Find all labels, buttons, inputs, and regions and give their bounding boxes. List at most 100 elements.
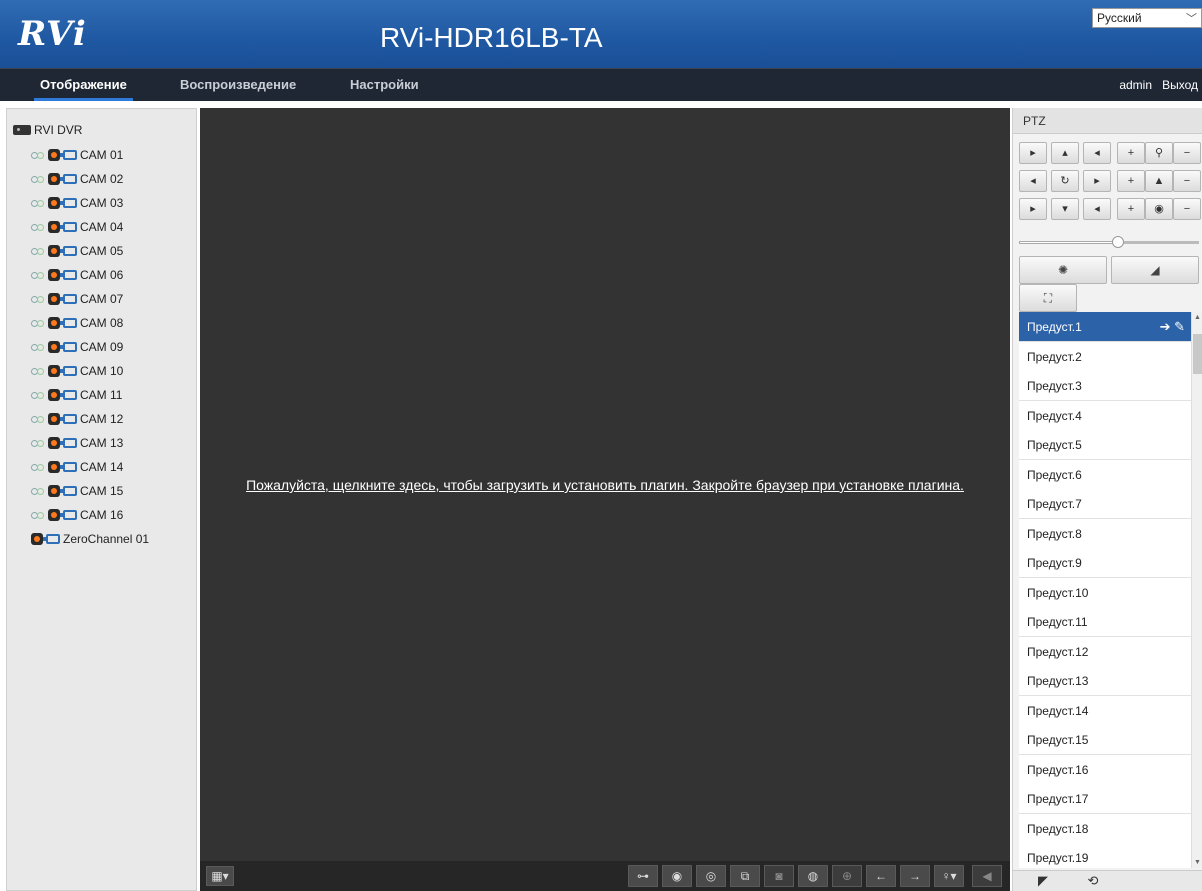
preset-item[interactable]: Предуст.17 (1019, 784, 1191, 814)
link-icon (31, 366, 45, 376)
microphone-icon[interactable]: ♀▾ (934, 865, 964, 887)
scroll-up-icon[interactable]: ▲ (1194, 314, 1201, 321)
edit-preset-icon[interactable]: ✎ (1174, 319, 1185, 334)
language-select[interactable]: Русский ﹀ (1092, 8, 1202, 28)
record-icon[interactable]: ◍ (798, 865, 828, 887)
video-viewport[interactable]: Пожалуйста, щелкните здесь, чтобы загруз… (200, 108, 1010, 891)
zoom-in-button[interactable]: + (1117, 142, 1145, 164)
aux-focus-icon: ⛶ (1043, 291, 1053, 305)
record-status-icon (48, 365, 60, 377)
window-layout-button[interactable]: ▦▾ (206, 866, 234, 886)
tree-root-dvr[interactable]: RVI DVR (13, 121, 82, 139)
preset-item[interactable]: Предуст.7 (1019, 489, 1191, 519)
camera-tree-item[interactable]: CAM 16 (31, 506, 123, 524)
preset-item[interactable]: Предуст.18 (1019, 813, 1191, 844)
iris-open-button[interactable]: + (1117, 198, 1145, 220)
camera-tree: RVI DVR CAM 01 CAM 02 CAM 03 CAM 04 CAM 05 CA… (6, 108, 197, 891)
camera-tree-item[interactable]: CAM 13 (31, 434, 123, 452)
camera-tree-item[interactable]: CAM 04 (31, 218, 123, 236)
ptz-down-button[interactable]: ▾ (1051, 198, 1079, 220)
camera-tree-item[interactable]: CAM 07 (31, 290, 123, 308)
preset-item[interactable]: Предуст.9 (1019, 548, 1191, 578)
link-icon (31, 510, 45, 520)
zoom-icon[interactable]: ⊕ (832, 865, 862, 887)
ptz-left-button[interactable]: ◂ (1019, 170, 1047, 192)
preset-item[interactable]: Предуст.14 (1019, 695, 1191, 726)
ptz-up-left-button[interactable]: ▸ (1019, 142, 1047, 164)
camera-tree-item[interactable]: CAM 12 (31, 410, 123, 428)
preset-item[interactable]: Предуст.10 (1019, 577, 1191, 608)
ptz-auto-button[interactable]: ↻ (1051, 170, 1079, 192)
zero-channel-item[interactable]: ZeroChannel 01 (31, 530, 149, 548)
preset-item[interactable]: Предуст.8 (1019, 518, 1191, 549)
preset-item[interactable]: Предуст.4 (1019, 400, 1191, 431)
patrol-tab[interactable]: ⟲ (1073, 873, 1113, 891)
preset-item[interactable]: Предуст.15 (1019, 725, 1191, 755)
tab-playback[interactable]: Воспроизведение (180, 77, 296, 92)
preset-item[interactable]: Предуст.3 (1019, 371, 1191, 401)
link-icon (31, 174, 45, 184)
tab-live-view[interactable]: Отображение (34, 77, 133, 101)
record-status-icon (48, 173, 60, 185)
ptz-up-button[interactable]: ▴ (1051, 142, 1079, 164)
camera-tree-item[interactable]: CAM 14 (31, 458, 123, 476)
preset-scrollbar[interactable]: ▲ ▼ (1191, 312, 1202, 868)
link-icon (31, 438, 45, 448)
zoom-out-button[interactable]: − (1173, 142, 1201, 164)
preset-item[interactable]: Предуст.6 (1019, 459, 1191, 490)
preset-item[interactable]: Предуст.5 (1019, 430, 1191, 460)
preset-item[interactable]: Предуст.2 (1019, 341, 1191, 372)
camera-tree-item[interactable]: CAM 09 (31, 338, 123, 356)
camera-tree-item[interactable]: CAM 11 (31, 386, 122, 404)
preset-item[interactable]: Предуст.11 (1019, 607, 1191, 637)
camera-tree-item[interactable]: CAM 15 (31, 482, 123, 500)
camera-tree-item[interactable]: CAM 01 (31, 146, 123, 164)
scroll-thumb[interactable] (1193, 334, 1202, 374)
snapshot-icon[interactable]: ◙ (764, 865, 794, 887)
camera-label: CAM 01 (80, 148, 124, 162)
preset-tab[interactable]: ◤ (1023, 873, 1063, 891)
camera-tree-item[interactable]: CAM 08 (31, 314, 123, 332)
focus-icon: ▲ (1145, 170, 1173, 192)
plugin-download-link[interactable]: Пожалуйста, щелкните здесь, чтобы загруз… (200, 477, 1010, 493)
preset-item[interactable]: Предуст.12 (1019, 636, 1191, 667)
capture-all-icon[interactable]: ◎ (696, 865, 726, 887)
camera-tree-item[interactable]: CAM 02 (31, 170, 123, 188)
preset-item[interactable]: Предуст.16 (1019, 754, 1191, 785)
prev-page-icon[interactable]: ← (866, 865, 896, 887)
focus-far-button[interactable]: − (1173, 170, 1201, 192)
focus-aux-button[interactable]: ⛶ (1019, 284, 1077, 312)
focus-near-button[interactable]: + (1117, 170, 1145, 192)
wiper-button[interactable]: ◢ (1111, 256, 1199, 284)
ptz-speed-slider[interactable] (1019, 236, 1199, 248)
preset-label: Предуст.8 (1027, 526, 1082, 541)
camera-tree-item[interactable]: CAM 10 (31, 362, 123, 380)
preset-label: Предуст.4 (1027, 408, 1082, 423)
camera-icon (60, 318, 77, 328)
ptz-right-button[interactable]: ▸ (1083, 170, 1111, 192)
ptz-up-right-button[interactable]: ◂ (1083, 142, 1111, 164)
ptz-down-right-button[interactable]: ◂ (1083, 198, 1111, 220)
stop-all-icon[interactable]: ⊶ (628, 865, 658, 887)
link-icon (31, 246, 45, 256)
goto-preset-icon[interactable]: ➔ (1160, 319, 1171, 334)
camera-tree-item[interactable]: CAM 03 (31, 194, 123, 212)
preset-item[interactable]: Предуст.19 (1019, 843, 1191, 868)
tab-settings[interactable]: Настройки (350, 77, 419, 92)
preset-item[interactable]: Предуст.13 (1019, 666, 1191, 696)
ptz-down-left-button[interactable]: ▸ (1019, 198, 1047, 220)
camera-tree-item[interactable]: CAM 06 (31, 266, 123, 284)
next-page-icon[interactable]: → (900, 865, 930, 887)
record-all-icon[interactable]: ◉ (662, 865, 692, 887)
iris-close-button[interactable]: − (1173, 198, 1201, 220)
fullscreen-icon[interactable]: ⧉ (730, 865, 760, 887)
preset-item[interactable]: Предуст.1 ➔ ✎ (1019, 312, 1191, 342)
logout-link[interactable]: Выход (1162, 78, 1198, 92)
chevron-down-icon: ﹀ (1186, 13, 1197, 25)
slider-handle[interactable] (1112, 236, 1124, 248)
camera-tree-item[interactable]: CAM 05 (31, 242, 123, 260)
camera-label: CAM 10 (80, 364, 124, 378)
light-button[interactable]: ✺ (1019, 256, 1107, 284)
volume-icon[interactable]: ◀ (972, 865, 1002, 887)
scroll-down-icon[interactable]: ▼ (1194, 859, 1201, 866)
